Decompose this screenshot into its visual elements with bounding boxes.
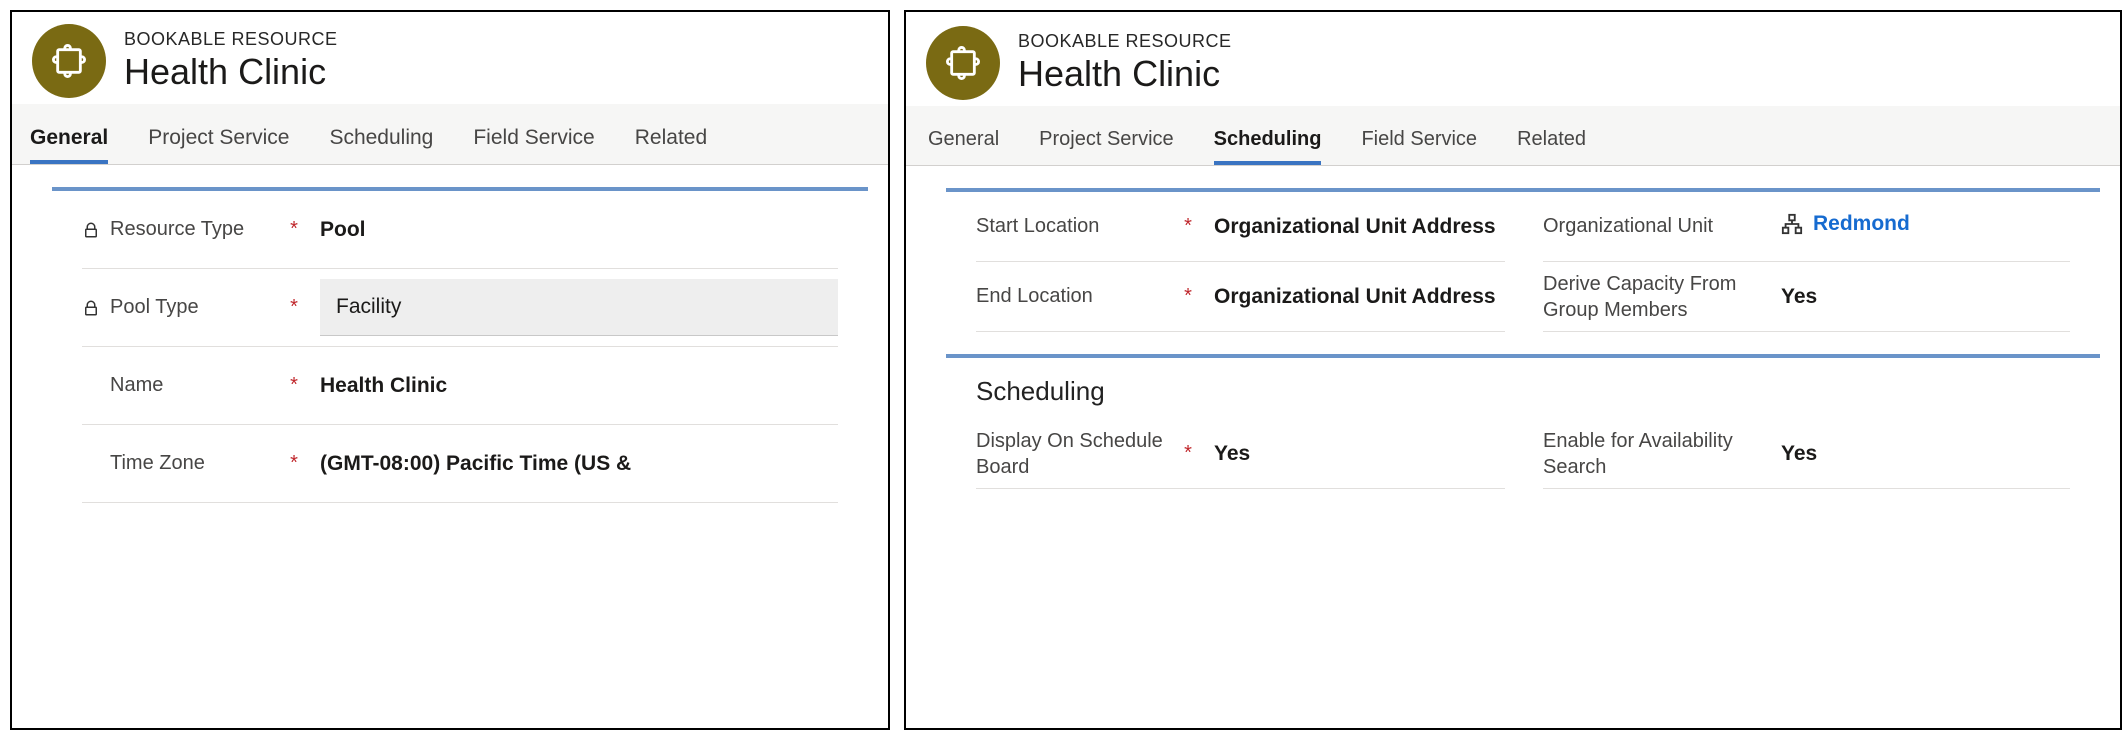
value-derive-capacity[interactable]: Yes [1767,285,2070,309]
tab-related[interactable]: Related [1517,128,1586,165]
required-indicator: * [282,218,306,241]
label-time-zone: Time Zone [82,452,282,475]
field-organizational-unit: Organizational Unit Redmond [1543,192,2070,262]
puzzle-icon [52,44,86,78]
field-name: Name * Health Clinic [82,347,838,425]
puzzle-icon [946,46,980,80]
record-panel-scheduling: BOOKABLE RESOURCE Health Clinic General … [904,10,2122,730]
required-indicator: * [1176,285,1200,308]
tab-related[interactable]: Related [635,126,707,164]
tab-field-service[interactable]: Field Service [473,126,594,164]
record-panel-general: BOOKABLE RESOURCE Health Clinic General … [10,10,890,730]
tab-project-service[interactable]: Project Service [148,126,289,164]
required-indicator: * [282,374,306,397]
tab-scheduling[interactable]: Scheduling [329,126,433,164]
label-end-location: End Location [976,285,1176,308]
value-pool-type[interactable]: Facility [306,279,838,336]
entity-icon [32,24,106,98]
value-enable-availability-search[interactable]: Yes [1767,442,2070,466]
field-display-on-schedule-board: Display On Schedule Board * Yes [976,419,1505,489]
entity-name-label: Health Clinic [1018,52,1232,95]
label-resource-type: Resource Type [82,218,282,241]
record-header: BOOKABLE RESOURCE Health Clinic [906,12,2120,106]
lock-icon [82,299,100,317]
tab-general[interactable]: General [30,126,108,164]
label-name: Name [82,374,282,397]
entity-icon [926,26,1000,100]
org-unit-icon [1781,213,1803,235]
label-organizational-unit: Organizational Unit [1543,215,1743,238]
tab-bar: General Project Service Scheduling Field… [906,106,2120,166]
field-resource-type: Resource Type * Pool [82,191,838,269]
label-display-on-schedule-board: Display On Schedule Board [976,428,1176,480]
tab-bar: General Project Service Scheduling Field… [12,104,888,165]
lock-icon [82,221,100,239]
entity-type-label: BOOKABLE RESOURCE [1018,31,1232,52]
tab-project-service[interactable]: Project Service [1039,128,1174,165]
value-start-location[interactable]: Organizational Unit Address [1200,215,1505,239]
value-time-zone[interactable]: (GMT-08:00) Pacific Time (US & [306,452,838,476]
value-resource-type[interactable]: Pool [306,218,838,242]
general-section: Resource Type * Pool Pool Type * Facilit… [52,187,868,503]
section-title-scheduling: Scheduling [946,358,2100,419]
label-pool-type: Pool Type [82,296,282,319]
header-text: BOOKABLE RESOURCE Health Clinic [1018,31,1232,95]
entity-name-label: Health Clinic [124,50,338,93]
tab-field-service[interactable]: Field Service [1361,128,1477,165]
tab-scheduling[interactable]: Scheduling [1214,128,1322,165]
value-display-on-schedule-board[interactable]: Yes [1200,442,1505,466]
required-indicator: * [1176,215,1200,238]
location-section: Start Location * Organizational Unit Add… [946,188,2100,332]
tab-general[interactable]: General [928,128,999,165]
field-pool-type: Pool Type * Facility [82,269,838,347]
value-name[interactable]: Health Clinic [306,374,838,398]
scheduling-section: Scheduling Display On Schedule Board * Y… [946,354,2100,489]
field-end-location: End Location * Organizational Unit Addre… [976,262,1505,332]
field-start-location: Start Location * Organizational Unit Add… [976,192,1505,262]
entity-type-label: BOOKABLE RESOURCE [124,29,338,50]
value-organizational-unit[interactable]: Redmond [1767,212,2070,241]
required-indicator: * [282,296,306,319]
field-enable-availability-search: Enable for Availability Search Yes [1543,419,2070,489]
field-time-zone: Time Zone * (GMT-08:00) Pacific Time (US… [82,425,838,503]
value-end-location[interactable]: Organizational Unit Address [1200,285,1505,309]
record-header: BOOKABLE RESOURCE Health Clinic [12,12,888,104]
field-derive-capacity: Derive Capacity From Group Members Yes [1543,262,2070,332]
required-indicator: * [282,452,306,475]
label-derive-capacity: Derive Capacity From Group Members [1543,271,1743,323]
required-indicator: * [1176,442,1200,465]
header-text: BOOKABLE RESOURCE Health Clinic [124,29,338,93]
label-enable-availability-search: Enable for Availability Search [1543,428,1743,480]
label-start-location: Start Location [976,215,1176,238]
